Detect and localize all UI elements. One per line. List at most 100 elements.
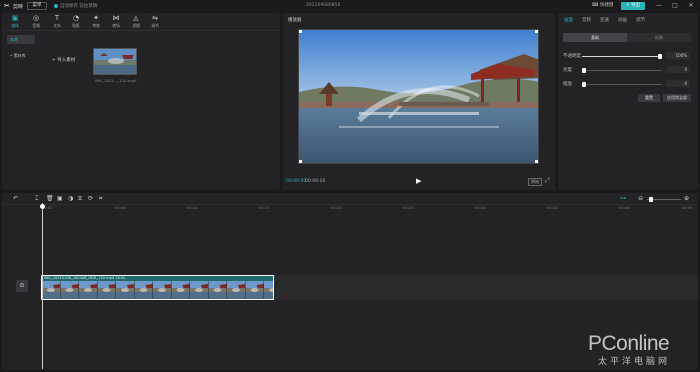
shortcut-button[interactable]: ⌨ 快捷键 (592, 2, 618, 10)
zoom-knob[interactable] (649, 197, 653, 202)
player-panel: 播放器 00:00:00 00:00:16 ▶ 原始 ⤢ (283, 13, 555, 190)
tool-transition[interactable]: ⋈ 转场 (107, 14, 125, 30)
scale-slider[interactable] (582, 82, 662, 87)
tab-audio[interactable]: 音频 (582, 17, 591, 23)
zoom-in-icon[interactable]: ⊕ (684, 195, 689, 203)
media-thumbnail-image (94, 49, 136, 74)
reset-button[interactable]: 重置 (638, 94, 660, 102)
opacity-fill (582, 56, 662, 57)
tick-label: 00:20 (331, 206, 342, 210)
undo-icon[interactable]: ↶ (13, 195, 18, 203)
tool-audio[interactable]: ◎ 音频 (27, 14, 45, 30)
opacity-slider[interactable] (582, 54, 662, 59)
project-name: 202109080856 (306, 3, 341, 8)
ratio-button[interactable]: 原始 (528, 178, 542, 186)
reverse-icon[interactable]: ◑ (68, 195, 73, 203)
playhead[interactable] (42, 203, 43, 369)
fullscreen-icon[interactable]: ⤢ (545, 177, 550, 185)
shortcut-label: 快捷键 (599, 3, 614, 8)
tool-media[interactable]: ▣ 媒体 (6, 14, 24, 30)
text-icon: T (54, 14, 60, 22)
tool-label: 转场 (112, 23, 120, 28)
video-preview[interactable] (298, 29, 539, 164)
tab-adjust[interactable]: 调节 (636, 17, 645, 23)
brightness-value[interactable]: 0 (666, 66, 690, 73)
scale-knob[interactable] (582, 82, 586, 87)
crop-icon[interactable]: ⌗ (99, 195, 102, 203)
adjust-icon: ⇋ (152, 14, 158, 22)
opacity-knob[interactable] (658, 54, 662, 59)
audio-icon: ◎ (32, 14, 40, 22)
mirror-icon[interactable]: ⧖ (78, 195, 82, 203)
brightness-slider[interactable] (582, 68, 662, 73)
tab-picture[interactable]: 画面 (564, 17, 573, 23)
sticker-icon: ◔ (72, 14, 80, 22)
tool-text[interactable]: T 文本 (48, 14, 66, 30)
minimize-button[interactable]: — (654, 2, 664, 10)
side-nav-library[interactable]: • 素材库 (7, 51, 35, 60)
video-frame-image (299, 30, 538, 163)
track-cover-icon[interactable]: ⊙ (16, 280, 28, 292)
tool-label: 滤镜 (132, 23, 140, 28)
tab-animation[interactable]: 动画 (618, 17, 627, 23)
app-logo-icon: ✂ (4, 2, 10, 10)
playhead-handle[interactable] (40, 204, 45, 209)
split-icon[interactable]: ⌶ (35, 195, 39, 203)
tick-label: 00:40 (619, 206, 630, 210)
frame-handle-top-left[interactable] (299, 30, 302, 33)
timeline-ruler[interactable]: 00:00 00:05 00:10 00:15 00:20 00:25 00:3… (2, 206, 698, 214)
autosave-status-icon (54, 4, 58, 8)
freeze-icon[interactable]: ▣ (57, 195, 63, 203)
tick-label: 00:15 (259, 206, 270, 210)
menu-button[interactable]: 菜单 (27, 2, 47, 10)
opacity-value[interactable]: 100% (666, 52, 690, 59)
watermark-subtitle: 太平洋电脑网 (598, 357, 671, 367)
apply-all-button[interactable]: 应用到全部 (663, 94, 691, 102)
inspector-segment: 基础 抠像 (563, 33, 691, 42)
tool-label: 特效 (92, 23, 100, 28)
title-bar: ✂ 剪映 菜单 自动保存 前往草稿 202109080856 ⌨ 快捷键 ⇪ 导… (0, 0, 700, 12)
maximize-button[interactable]: □ (670, 2, 680, 10)
media-toolbar: ▣ 媒体 ◎ 音频 T 文本 ◔ 贴纸 ✦ 特效 ⋈ 转场 ◬ 滤镜 ⇋ 调节 (2, 13, 280, 31)
tool-filter[interactable]: ◬ 滤镜 (127, 14, 145, 30)
frame-handle-bottom-left[interactable] (299, 160, 302, 163)
tool-label: 音频 (32, 23, 40, 28)
play-icon[interactable]: ▶ (416, 177, 421, 185)
filter-icon: ◬ (133, 14, 139, 22)
link-icon[interactable]: ⊶ (620, 195, 626, 203)
tab-speed[interactable]: 变速 (600, 17, 609, 23)
tool-sticker[interactable]: ◔ 贴纸 (67, 14, 85, 30)
tool-adjust[interactable]: ⇋ 调节 (146, 14, 164, 30)
delete-icon[interactable]: 🗑 (46, 195, 54, 203)
media-icon: ▣ (11, 14, 19, 22)
tool-effects[interactable]: ✦ 特效 (87, 14, 105, 30)
rotate-icon[interactable]: ⟳ (88, 195, 93, 203)
segment-basic[interactable]: 基础 (563, 33, 627, 42)
tool-label: 媒体 (11, 23, 19, 28)
media-panel: ▣ 媒体 ◎ 音频 T 文本 ◔ 贴纸 ✦ 特效 ⋈ 转场 ◬ 滤镜 ⇋ 调节 本地 • 素材库… (2, 13, 280, 190)
zoom-slider[interactable] (647, 197, 681, 202)
scale-value[interactable]: 0 (666, 80, 690, 87)
app-name: 剪映 (13, 4, 24, 10)
media-thumbnail[interactable] (93, 48, 137, 75)
tool-label: 贴纸 (72, 23, 80, 28)
media-item-label: IMG_2021..._120.mp4 (95, 78, 137, 83)
inspector-panel: 画面 音频 变速 动画 调节 基础 抠像 不透明度 100% 亮度 0 缩放 0… (558, 13, 698, 190)
close-button[interactable]: ✕ (686, 2, 696, 10)
brightness-label: 亮度 (563, 68, 572, 73)
tool-label: 调节 (151, 23, 159, 28)
media-side-nav: 本地 • 素材库 (4, 33, 36, 183)
autosave-status[interactable]: 自动保存 前往草稿 (60, 3, 97, 9)
tick-label: 00:35 (547, 206, 558, 210)
zoom-out-icon[interactable]: ⊖ (638, 195, 643, 203)
frame-handle-bottom-right[interactable] (535, 160, 538, 163)
brightness-knob[interactable] (582, 68, 586, 73)
video-clip[interactable]: IMG_20210106_162408_HDR_120.mp4 16.0s (41, 275, 274, 300)
import-media-button[interactable]: + 导入素材 (52, 56, 84, 65)
clip-filmstrip-image (42, 281, 273, 299)
segment-cutout[interactable]: 抠像 (627, 33, 691, 42)
frame-handle-top-right[interactable] (535, 30, 538, 33)
side-nav-local[interactable]: 本地 (7, 35, 35, 44)
tick-label: 00:05 (115, 206, 126, 210)
export-button[interactable]: ⇪ 导出 (621, 2, 645, 10)
